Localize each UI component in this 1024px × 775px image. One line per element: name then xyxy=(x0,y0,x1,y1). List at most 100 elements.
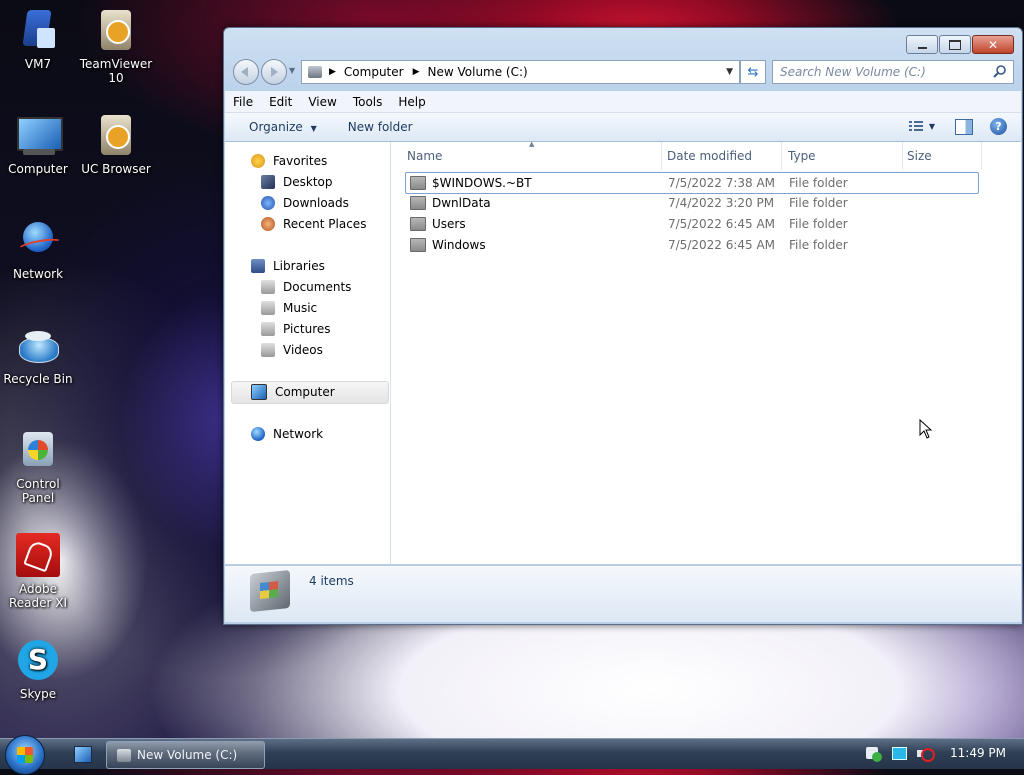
nav-libraries[interactable]: Libraries xyxy=(251,257,325,275)
search-icon[interactable] xyxy=(993,64,1007,81)
row-type: File folder xyxy=(789,176,848,190)
menu-file[interactable]: File xyxy=(225,95,261,109)
help-icon[interactable]: ? xyxy=(990,118,1007,135)
nav-favorites[interactable]: Favorites xyxy=(251,152,327,170)
desktop-icon-vm7[interactable]: VM7 xyxy=(0,8,76,71)
row-date: 7/5/2022 6:45 AM xyxy=(668,238,776,252)
explorer-window: ✕ ▼ ▶ Computer ▶ New Volume (C:) ▼ ⇆ Sea… xyxy=(223,27,1023,625)
nav-documents[interactable]: Documents xyxy=(261,278,351,296)
breadcrumb-computer[interactable]: Computer xyxy=(344,65,404,79)
taskbar-window-button[interactable]: New Volume (C:) xyxy=(106,741,265,769)
column-label: Type xyxy=(788,149,816,163)
breadcrumb-separator-icon[interactable]: ▶ xyxy=(329,67,336,77)
desktop-icon-label: Skype xyxy=(19,687,57,701)
display-icon[interactable] xyxy=(892,747,907,760)
network-icon xyxy=(15,218,64,264)
maximize-button[interactable] xyxy=(939,35,971,54)
views-dropdown-icon[interactable]: ▼ xyxy=(929,122,935,131)
folder-icon xyxy=(410,195,426,210)
table-row[interactable]: $WINDOWS.~BT 7/5/2022 7:38 AM File folde… xyxy=(405,172,979,194)
drive-icon xyxy=(250,569,290,613)
menu-edit[interactable]: Edit xyxy=(261,95,300,109)
desktop-icon-control-panel[interactable]: Control Panel xyxy=(0,428,76,505)
desktop-icon-skype[interactable]: S Skype xyxy=(0,638,76,701)
column-label: Date modified xyxy=(667,149,753,163)
music-icon xyxy=(261,301,275,315)
column-label: Size xyxy=(907,149,932,163)
nav-label: Recent Places xyxy=(283,217,367,231)
nav-label: Videos xyxy=(283,343,323,357)
chevron-down-icon: ▼ xyxy=(310,124,317,133)
address-bar[interactable]: ▶ Computer ▶ New Volume (C:) ▼ xyxy=(301,60,740,84)
table-row[interactable]: DwnlData 7/4/2022 3:20 PM File folder xyxy=(405,193,977,213)
downloads-icon xyxy=(261,196,275,210)
mouse-cursor-icon xyxy=(919,419,933,439)
recycle-bin-icon xyxy=(15,323,61,369)
row-type: File folder xyxy=(789,217,848,231)
desktop-icon-label: Control Panel xyxy=(16,477,60,505)
start-button[interactable] xyxy=(5,735,45,775)
taskbar: New Volume (C:) 11:49 PM xyxy=(0,735,1024,775)
skype-icon: S xyxy=(15,638,61,684)
volume-muted-icon[interactable] xyxy=(915,746,935,762)
refresh-button[interactable]: ⇆ xyxy=(740,60,766,84)
row-name: DwnlData xyxy=(410,195,491,211)
close-button[interactable]: ✕ xyxy=(972,35,1014,54)
column-header-type[interactable]: Type xyxy=(788,142,903,170)
breadcrumb-separator-icon[interactable]: ▶ xyxy=(413,67,420,77)
nav-computer[interactable]: Computer xyxy=(251,383,335,401)
column-label: Name xyxy=(407,149,443,163)
nav-label: Pictures xyxy=(283,322,331,336)
desktop-icon-network[interactable]: Network xyxy=(0,218,76,281)
desktop-icon-label: Computer xyxy=(8,162,68,176)
search-input[interactable]: Search New Volume (C:) xyxy=(780,65,926,79)
search-box[interactable]: Search New Volume (C:) xyxy=(772,60,1014,84)
quick-launch-explorer-icon[interactable] xyxy=(74,746,92,763)
forward-arrow-icon xyxy=(271,67,278,77)
details-pane: 4 items xyxy=(225,565,1021,622)
desktop-icon-teamviewer[interactable]: TeamViewer 10 xyxy=(78,8,154,85)
check-icon xyxy=(872,752,882,762)
menu-view[interactable]: View xyxy=(300,95,344,109)
desktop-icon-label: VM7 xyxy=(24,57,52,71)
recent-pages-chevron-icon[interactable]: ▼ xyxy=(289,66,295,75)
adobe-reader-icon xyxy=(15,533,61,579)
menu-help[interactable]: Help xyxy=(390,95,433,109)
minimize-button[interactable] xyxy=(906,35,938,54)
clock[interactable]: 11:49 PM xyxy=(950,746,1006,760)
table-row[interactable]: Users 7/5/2022 6:45 AM File folder xyxy=(405,214,977,234)
nav-recent-places[interactable]: Recent Places xyxy=(261,215,366,233)
desktop-icon-label: Adobe Reader XI xyxy=(8,582,68,610)
desktop-icon-adobe-reader[interactable]: Adobe Reader XI xyxy=(0,533,76,610)
address-dropdown-icon[interactable]: ▼ xyxy=(726,67,733,77)
nav-desktop[interactable]: Desktop xyxy=(261,173,333,191)
table-row[interactable]: Windows 7/5/2022 6:45 AM File folder xyxy=(405,235,977,255)
desktop-icon-label: Recycle Bin xyxy=(3,372,73,386)
preview-pane-icon[interactable] xyxy=(955,119,973,135)
row-name: Users xyxy=(410,216,466,232)
organize-button[interactable]: Organize ▼ xyxy=(249,120,317,134)
back-button[interactable] xyxy=(233,59,259,85)
nav-videos[interactable]: Videos xyxy=(261,341,323,359)
breadcrumb-current[interactable]: New Volume (C:) xyxy=(428,65,528,79)
libraries-icon xyxy=(251,259,265,273)
nav-downloads[interactable]: Downloads xyxy=(261,194,349,212)
desktop-icon-recycle-bin[interactable]: Recycle Bin xyxy=(0,323,76,386)
menu-tools[interactable]: Tools xyxy=(345,95,391,109)
column-header-date-modified[interactable]: Date modified xyxy=(667,142,782,170)
column-header-name[interactable]: Name ▲ xyxy=(407,140,662,170)
nav-network[interactable]: Network xyxy=(251,425,323,443)
new-folder-button[interactable]: New folder xyxy=(348,120,413,134)
row-name: $WINDOWS.~BT xyxy=(410,175,532,191)
videos-icon xyxy=(261,343,275,357)
column-header-size[interactable]: Size xyxy=(907,142,982,170)
row-date: 7/4/2022 3:20 PM xyxy=(668,196,775,210)
nav-label: Favorites xyxy=(273,154,328,168)
nav-music[interactable]: Music xyxy=(261,299,317,317)
desktop-icon-computer[interactable]: Computer xyxy=(0,113,76,176)
view-list-icon xyxy=(909,121,923,131)
nav-pictures[interactable]: Pictures xyxy=(261,320,331,338)
desktop-icon-uc-browser[interactable]: UC Browser xyxy=(78,113,154,176)
forward-button[interactable] xyxy=(261,59,287,85)
views-button[interactable] xyxy=(909,120,925,135)
